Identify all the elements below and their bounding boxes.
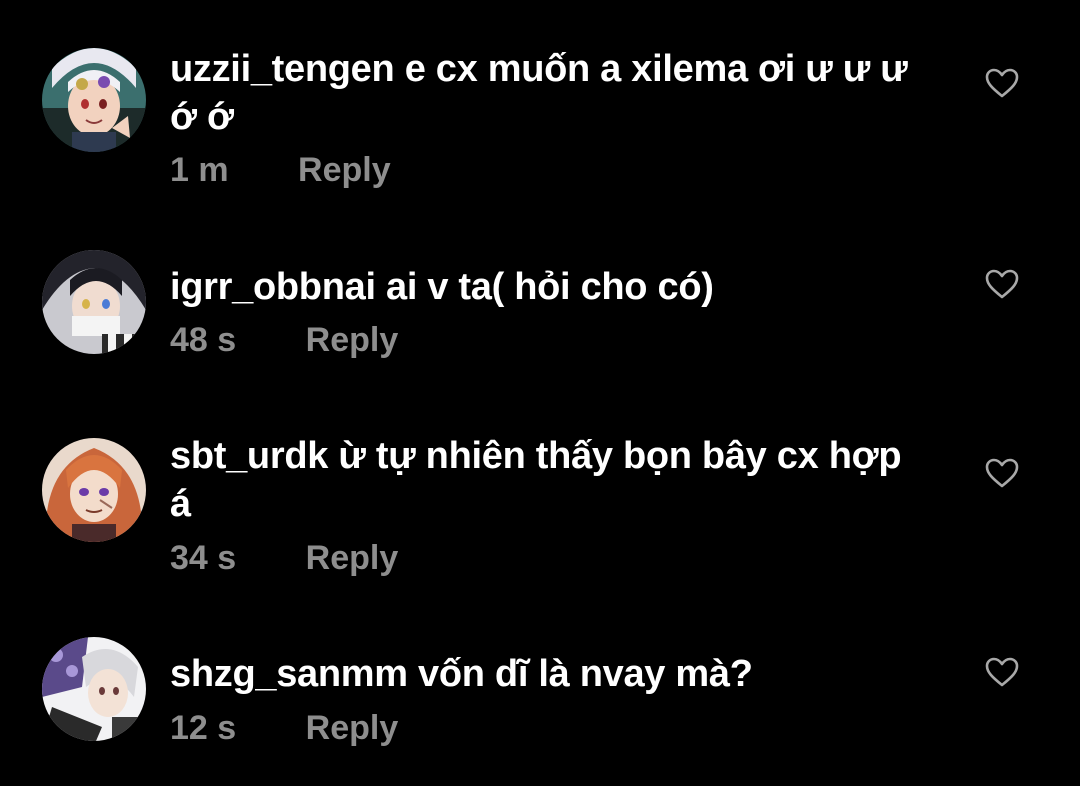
comment-text: ai v ta( hỏi cho có)	[385, 266, 714, 308]
avatar-image	[42, 250, 146, 354]
reply-button[interactable]: Reply	[298, 150, 391, 190]
heart-icon[interactable]	[984, 268, 1020, 300]
avatar-image	[42, 438, 146, 542]
comment-timestamp: 48 s	[170, 321, 237, 359]
comment-timestamp: 1 m	[170, 151, 229, 189]
reply-button[interactable]: Reply	[306, 708, 399, 748]
comment-username[interactable]: uzzii_tengen	[170, 48, 395, 90]
avatar-image	[42, 637, 146, 741]
avatar[interactable]	[42, 637, 146, 741]
reply-button[interactable]: Reply	[306, 320, 399, 360]
comment-meta: 12 s Reply	[170, 708, 398, 748]
comment-body: uzzii_tengen e cx muốn a xilema ơi ư ư ư…	[170, 45, 930, 141]
heart-icon[interactable]	[984, 67, 1020, 99]
comment-username[interactable]: sbt_urdk	[170, 435, 328, 477]
reply-button[interactable]: Reply	[306, 538, 399, 578]
avatar-image	[42, 48, 146, 152]
comment-body: shzg_sanmm vốn dĩ là nvay mà?	[170, 650, 930, 698]
comment-username[interactable]: igrr_obbnai	[170, 266, 376, 308]
comment-meta: 1 m Reply	[170, 150, 391, 190]
comment-meta: 48 s Reply	[170, 320, 398, 360]
comment-body: igrr_obbnai ai v ta( hỏi cho có)	[170, 263, 930, 311]
comment-meta: 34 s Reply	[170, 538, 398, 578]
comment-text: vốn dĩ là nvay mà?	[418, 653, 753, 695]
avatar[interactable]	[42, 438, 146, 542]
avatar[interactable]	[42, 250, 146, 354]
avatar[interactable]	[42, 48, 146, 152]
heart-icon[interactable]	[984, 656, 1020, 688]
comment-timestamp: 12 s	[170, 709, 237, 747]
comment-timestamp: 34 s	[170, 539, 237, 577]
heart-icon[interactable]	[984, 457, 1020, 489]
comment-body: sbt_urdk ừ tự nhiên thấy bọn bây cx hợp …	[170, 432, 930, 528]
comment-username[interactable]: shzg_sanmm	[170, 653, 408, 695]
